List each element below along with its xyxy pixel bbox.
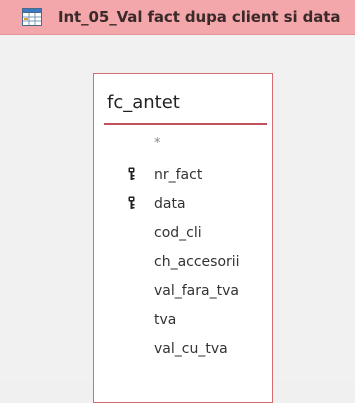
field-item-data[interactable]: data: [94, 190, 272, 219]
field-name: val_cu_tva: [154, 341, 228, 357]
field-item-ch-accesorii[interactable]: ch_accesorii: [94, 248, 272, 277]
field-name: nr_fact: [154, 167, 203, 183]
field-item-val-fara-tva[interactable]: val_fara_tva: [94, 277, 272, 306]
field-item-nr-fact[interactable]: nr_fact: [94, 161, 272, 190]
field-name: data: [154, 196, 186, 212]
query-tab[interactable]: Int_05_Val fact dupa client si data: [0, 0, 355, 35]
field-name: cod_cli: [154, 225, 202, 241]
table-field-list[interactable]: fc_antet * nr_fact data cod_cli ch_acces…: [93, 73, 273, 403]
table-field-list-title[interactable]: fc_antet: [107, 92, 180, 113]
field-item-cod-cli[interactable]: cod_cli: [94, 219, 272, 248]
field-item-all[interactable]: *: [94, 132, 272, 161]
field-name: val_fara_tva: [154, 283, 239, 299]
field-item-tva[interactable]: tva: [94, 306, 272, 335]
query-table-icon: [22, 8, 42, 26]
field-name: *: [154, 136, 161, 151]
field-item-val-cu-tva[interactable]: val_cu_tva: [94, 335, 272, 364]
primary-key-icon: [128, 167, 135, 180]
query-tab-title[interactable]: Int_05_Val fact dupa client si data: [58, 8, 340, 26]
field-list-items: * nr_fact data cod_cli ch_accesorii val_…: [94, 132, 272, 364]
field-list-divider: [104, 123, 267, 125]
primary-key-icon: [128, 196, 135, 209]
field-name: ch_accesorii: [154, 254, 240, 270]
field-name: tva: [154, 312, 177, 328]
